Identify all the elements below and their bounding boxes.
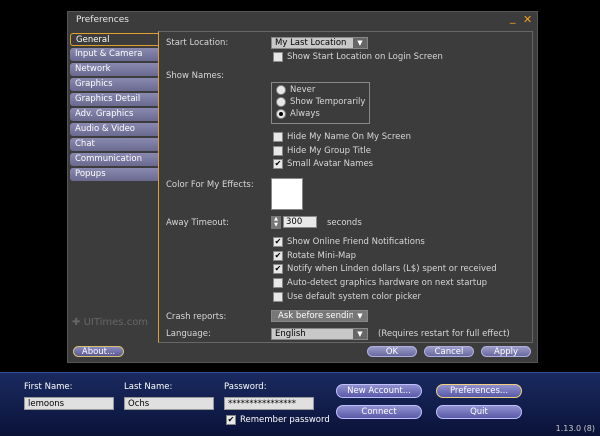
ok-button[interactable]: OK	[367, 346, 417, 357]
rotate-minimap-checkbox[interactable]: ✔ Rotate Mini-Map	[273, 251, 356, 261]
small-avatar-names-checkbox[interactable]: ✔ Small Avatar Names	[273, 159, 373, 169]
tab-general[interactable]: General	[70, 33, 158, 46]
connect-button[interactable]: Connect	[336, 405, 422, 419]
close-icon[interactable]: ✕	[523, 14, 532, 26]
notify-linden-checkbox[interactable]: ✔ Notify when Linden dollars (L$) spent …	[273, 264, 497, 274]
minimize-icon[interactable]: _	[510, 12, 516, 24]
checkmark-icon: ✔	[273, 159, 283, 169]
tab-list: General Input & Camera Network Graphics …	[70, 33, 158, 183]
language-note: (Requires restart for full effect)	[378, 329, 510, 339]
login-bar: First Name: lemoons Last Name: Ochs Pass…	[0, 372, 600, 436]
radio-circle	[276, 85, 286, 95]
hide-name-checkbox[interactable]: Hide My Name On My Screen	[273, 132, 411, 142]
remember-password-checkbox[interactable]: ✔ Remember password	[226, 415, 330, 425]
radio-show-temporarily[interactable]: Show Temporarily	[276, 97, 365, 107]
checkbox-box	[273, 146, 283, 156]
small-avatar-label: Small Avatar Names	[287, 159, 374, 169]
watermark-text: UITimes.com	[83, 317, 149, 328]
chevron-down-icon: ▼	[353, 311, 367, 321]
radio-always[interactable]: Always	[276, 109, 320, 119]
show-names-label: Show Names:	[166, 71, 225, 81]
chevron-down-icon: ▼	[353, 329, 367, 339]
tab-audio-video[interactable]: Audio & Video	[70, 123, 158, 136]
checkbox-box	[273, 278, 283, 288]
start-location-select[interactable]: My Last Location ▼	[271, 37, 368, 49]
radio-circle-selected	[276, 109, 286, 119]
watermark: ✚ UITimes.com	[72, 317, 148, 328]
checkmark-icon: ✔	[273, 237, 283, 247]
crash-reports-value: Ask before sending	[278, 311, 360, 321]
crash-reports-label: Crash reports:	[166, 312, 227, 322]
first-name-field[interactable]: lemoons	[24, 397, 114, 410]
remember-label: Remember password	[240, 415, 330, 425]
effects-color-swatch[interactable]	[271, 178, 303, 210]
about-button[interactable]: About...	[73, 346, 124, 357]
tab-network[interactable]: Network	[70, 63, 158, 76]
radio-always-label: Always	[290, 109, 320, 119]
friend-notif-label: Show Online Friend Notifications	[287, 237, 425, 247]
version-label: 1.13.0 (8)	[555, 424, 595, 433]
friend-notifications-checkbox[interactable]: ✔ Show Online Friend Notifications	[273, 237, 425, 247]
last-name-label: Last Name:	[124, 382, 173, 392]
last-name-field[interactable]: Ochs	[124, 397, 214, 410]
away-timeout-input[interactable]: 300	[283, 216, 317, 228]
start-location-value: My Last Location	[275, 38, 347, 48]
away-timeout-label: Away Timeout:	[166, 218, 229, 228]
language-select[interactable]: English ▼	[271, 328, 368, 340]
show-start-location-label: Show Start Location on Login Screen	[287, 52, 443, 62]
preferences-button[interactable]: Preferences...	[436, 384, 522, 398]
tab-communication[interactable]: Communication	[70, 153, 158, 166]
show-names-radio-group: Never Show Temporarily Always	[271, 82, 370, 124]
apply-button[interactable]: Apply	[481, 346, 531, 357]
plus-icon: ✚	[72, 317, 84, 328]
checkbox-box	[273, 52, 283, 62]
preferences-window: Preferences _ ✕ General Input & Camera N…	[67, 11, 538, 363]
default-color-label: Use default system color picker	[287, 292, 422, 302]
notify-linden-label: Notify when Linden dollars (L$) spent or…	[287, 264, 497, 274]
quit-button[interactable]: Quit	[436, 405, 522, 419]
default-color-picker-checkbox[interactable]: Use default system color picker	[273, 292, 421, 302]
radio-temp-label: Show Temporarily	[290, 97, 366, 107]
start-location-label: Start Location:	[166, 38, 229, 48]
language-value: English	[275, 329, 306, 339]
tab-input-camera[interactable]: Input & Camera	[70, 48, 158, 61]
general-panel: Start Location: My Last Location ▼ Show …	[158, 31, 533, 343]
hide-name-label: Hide My Name On My Screen	[287, 132, 411, 142]
new-account-button[interactable]: New Account...	[336, 384, 422, 398]
checkbox-box	[273, 132, 283, 142]
away-timeout-spinner[interactable]: ▲ ▼	[271, 216, 281, 229]
autodetect-label: Auto-detect graphics hardware on next st…	[287, 278, 488, 288]
window-title: Preferences	[76, 15, 129, 25]
radio-circle	[276, 97, 286, 107]
tab-chat[interactable]: Chat	[70, 138, 158, 151]
password-label: Password:	[224, 382, 267, 392]
tab-adv-graphics[interactable]: Adv. Graphics	[70, 108, 158, 121]
away-timeout-unit: seconds	[327, 218, 362, 228]
chevron-down-icon: ▼	[353, 38, 367, 48]
autodetect-hardware-checkbox[interactable]: Auto-detect graphics hardware on next st…	[273, 278, 487, 288]
cancel-button[interactable]: Cancel	[424, 346, 474, 357]
radio-never[interactable]: Never	[276, 85, 315, 95]
language-label: Language:	[166, 329, 211, 339]
checkmark-icon: ✔	[273, 264, 283, 274]
crash-reports-select[interactable]: Ask before sending ▼	[271, 310, 368, 322]
checkmark-icon: ✔	[226, 415, 236, 425]
color-effects-label: Color For My Effects:	[166, 180, 254, 190]
tab-graphics-detail[interactable]: Graphics Detail	[70, 93, 158, 106]
tab-popups[interactable]: Popups	[70, 168, 158, 181]
hide-group-title-checkbox[interactable]: Hide My Group Title	[273, 146, 371, 156]
title-bar[interactable]: Preferences _ ✕	[68, 12, 537, 30]
tab-graphics[interactable]: Graphics	[70, 78, 158, 91]
checkbox-box	[273, 292, 283, 302]
show-start-location-checkbox[interactable]: Show Start Location on Login Screen	[273, 52, 443, 62]
hide-group-label: Hide My Group Title	[287, 146, 371, 156]
first-name-label: First Name:	[24, 382, 73, 392]
rotate-map-label: Rotate Mini-Map	[287, 251, 356, 261]
checkmark-icon: ✔	[273, 251, 283, 261]
password-field[interactable]: ****************	[224, 397, 314, 410]
radio-never-label: Never	[290, 85, 316, 95]
